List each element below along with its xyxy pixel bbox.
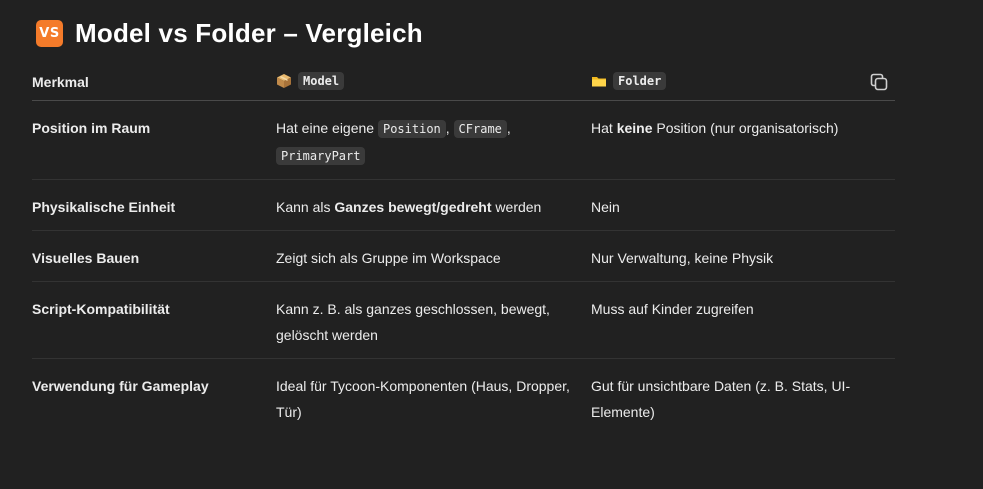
cell-text: Hat eine eigene	[276, 120, 378, 136]
folder-cell: Nein	[591, 179, 895, 231]
vs-badge-icon: VS	[36, 20, 63, 47]
inline-code: PrimaryPart	[276, 147, 366, 165]
comparison-table-container: Merkmal Model Folder Position im Raum Ha…	[32, 62, 895, 435]
cell-text: Kann als	[276, 199, 335, 215]
cell-text: Position (nur organisatorisch)	[652, 120, 839, 136]
folder-cell: Muss auf Kinder zugreifen	[591, 281, 895, 359]
table-row: Physikalische Einheit Kann als Ganzes bew…	[32, 179, 895, 231]
inline-code: Position	[377, 120, 446, 138]
section-heading: VS Model vs Folder – Vergleich	[36, 18, 423, 49]
cell-text: ,	[445, 120, 454, 136]
table-row: Visuelles Bauen Zeigt sich als Gruppe im …	[32, 230, 895, 282]
feature-cell: Physikalische Einheit	[32, 179, 276, 231]
table-row: Script-Kompatibilität Kann z. B. als ganz…	[32, 281, 895, 359]
folder-cell: Hat keine Position (nur organisatorisch)	[591, 100, 895, 180]
cell-text: Zeigt sich als Gruppe im Workspace	[276, 250, 501, 266]
model-cell: Ideal für Tycoon-Komponenten (Haus, Drop…	[276, 359, 591, 436]
header-model-label: Model	[298, 72, 345, 90]
inline-code: CFrame	[453, 120, 507, 138]
model-cell: Zeigt sich als Gruppe im Workspace	[276, 230, 591, 282]
folder-cell: Gut für unsichtbare Daten (z. B. Stats, …	[591, 359, 895, 436]
folder-cell: Nur Verwaltung, keine Physik	[591, 230, 895, 282]
emphasis-text: keine	[616, 120, 653, 136]
cell-text: werden	[491, 199, 542, 215]
package-icon	[277, 74, 291, 88]
cell-text: Gut für unsichtbare Daten (z. B. Stats, …	[591, 378, 851, 420]
model-cell: Hat eine eigene Position, CFrame, Primar…	[276, 100, 591, 180]
comparison-table: Merkmal Model Folder Position im Raum Ha…	[32, 62, 895, 435]
table-header-row: Merkmal Model Folder	[32, 62, 895, 101]
header-folder-label: Folder	[613, 72, 667, 90]
model-cell: Kann als Ganzes bewegt/gedreht werden	[276, 179, 591, 231]
feature-cell: Verwendung für Gameplay	[32, 378, 209, 394]
cell-text: Hat	[591, 120, 617, 136]
cell-text: Nein	[591, 199, 620, 215]
feature-cell: Script-Kompatibilität	[32, 281, 276, 359]
model-cell: Kann z. B. als ganzes geschlossen, beweg…	[276, 281, 591, 359]
cell-text: Nur Verwaltung, keine Physik	[591, 250, 774, 266]
cell-text: Ideal für Tycoon-Komponenten (Haus, Drop…	[276, 378, 570, 420]
feature-cell: Position im Raum	[32, 100, 276, 180]
header-model: Model	[276, 62, 591, 101]
header-feature: Merkmal	[32, 62, 276, 101]
feature-cell: Visuelles Bauen	[32, 230, 276, 282]
table-row: Verwendung für Gameplay Ideal für Tycoon-…	[32, 359, 895, 436]
folder-icon	[592, 77, 606, 87]
cell-text: ,	[506, 120, 511, 136]
header-folder: Folder	[591, 62, 895, 101]
emphasis-text: Ganzes bewegt/gedreht	[334, 199, 492, 215]
cell-text: Kann z. B. als ganzes geschlossen, beweg…	[276, 301, 550, 343]
table-row: Position im Raum Hat eine eigene Position…	[32, 100, 895, 180]
cell-text: Muss auf Kinder zugreifen	[591, 301, 754, 317]
page-title: Model vs Folder – Vergleich	[75, 18, 423, 48]
